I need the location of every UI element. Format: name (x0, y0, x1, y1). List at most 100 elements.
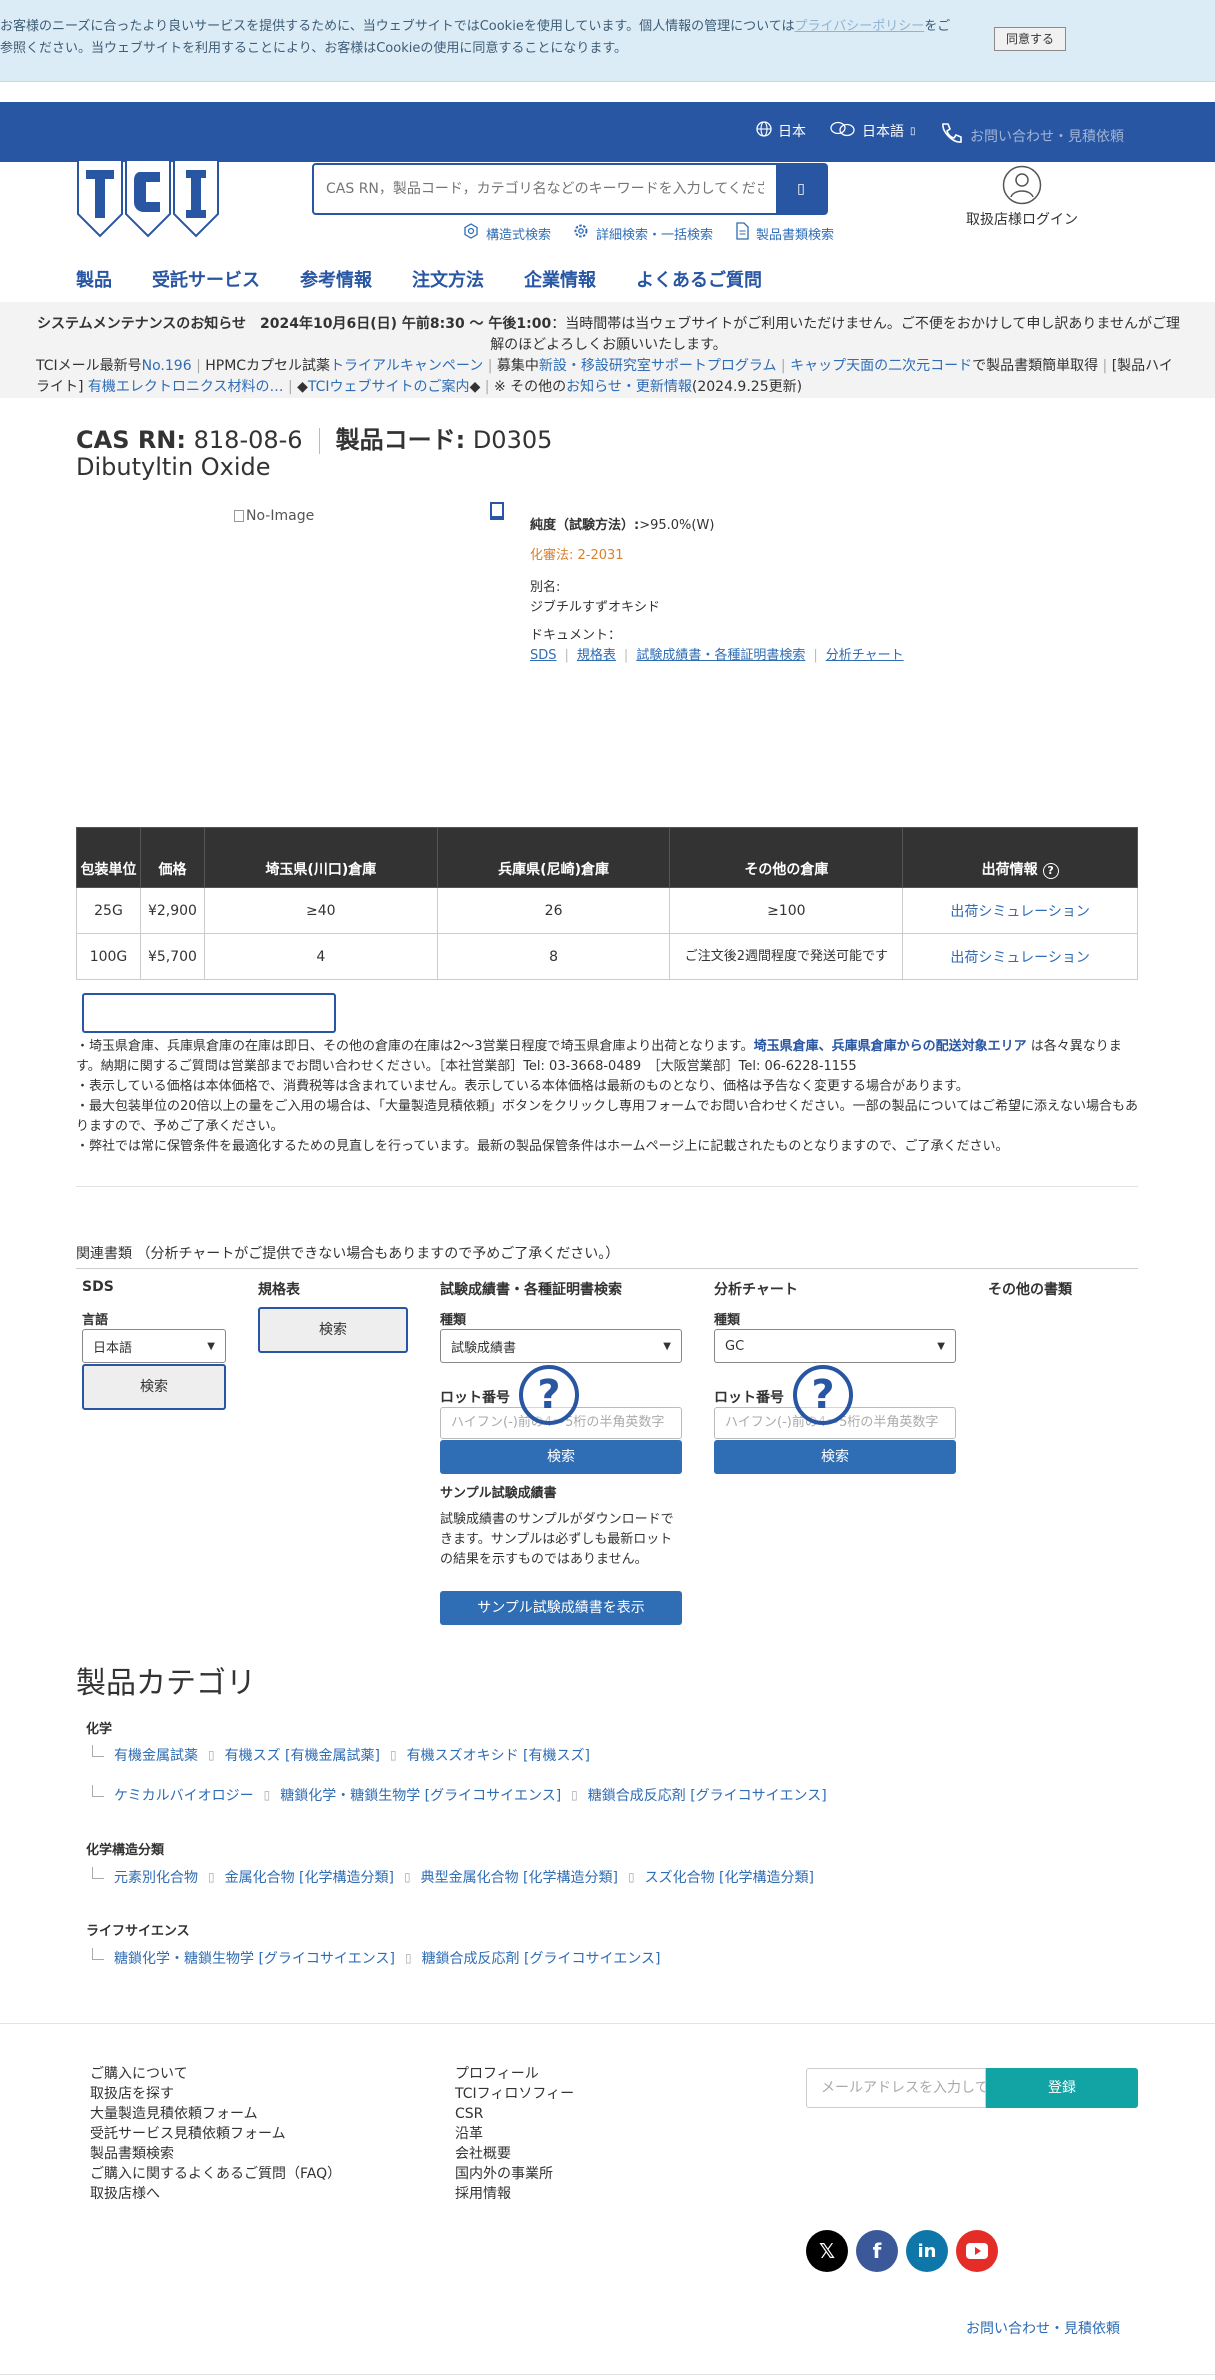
nav-company[interactable]: 企業情報 (524, 266, 596, 292)
newsletter-email-input[interactable]: メールアドレスを入力してください (806, 2068, 986, 2108)
gear-icon (572, 222, 590, 244)
search-input[interactable] (314, 165, 776, 213)
category-group-lifescience: ライフサイエンス (86, 1924, 190, 1939)
document-links: SDS | 規格表 | 試験成績書・各種証明書検索 | 分析チャート (530, 646, 904, 666)
footer-link[interactable]: 国内外の事業所 (455, 2164, 574, 2184)
footer-link[interactable]: 大量製造見積依頼フォーム (90, 2104, 341, 2124)
category-link[interactable]: 糖鎖合成反応剤 [グライコサイエンス] (588, 1785, 827, 1805)
sds-language-select[interactable]: 日本語 ▼ (82, 1329, 226, 1363)
footer-link[interactable]: ご購入について (90, 2064, 341, 2084)
product-title: CAS RN: 818-08-6 製品コード: D0305 (76, 426, 553, 454)
document-icon (734, 222, 750, 244)
category-link[interactable]: 有機スズ [有機金属試薬] (225, 1745, 380, 1765)
category-link[interactable]: ケミカルバイオロジー (114, 1785, 254, 1805)
structure-search-link[interactable]: 構造式検索 (462, 222, 551, 244)
news-line: TCIメール最新号No.196 | HPMCカプセル試薬トライアルキャンペーン … (36, 358, 1173, 395)
coa-search-button[interactable]: 検索 (440, 1440, 682, 1474)
divider (76, 1268, 1138, 1269)
doc-chart-link[interactable]: 分析チャート (826, 646, 904, 666)
footer-link[interactable]: 取扱店様へ (90, 2184, 341, 2204)
facebook-icon[interactable]: f (856, 2230, 898, 2272)
nav-contract-services[interactable]: 受託サービス (152, 266, 260, 292)
category-link[interactable]: 典型金属化合物 [化学構造分類] (421, 1867, 618, 1887)
sample-coa-button[interactable]: サンプル試験成績書を表示 (440, 1591, 682, 1625)
help-icon[interactable]: ? (1042, 863, 1059, 879)
chart-type-select[interactable]: GC ▼ (714, 1329, 956, 1363)
footer-link[interactable]: 沿革 (455, 2124, 574, 2144)
sds-search-button[interactable]: 検索 (82, 1364, 226, 1410)
x-icon[interactable]: 𝕏 (806, 2230, 848, 2272)
chart-search-button[interactable]: 検索 (714, 1440, 956, 1474)
category-link[interactable]: 金属化合物 [化学構造分類] (225, 1867, 394, 1887)
doc-coa-link[interactable]: 試験成績書・各種証明書検索 (636, 646, 805, 666)
structure-icon (462, 222, 480, 244)
header-shipping: 出荷情報 ? (902, 827, 1138, 888)
spec-search-button[interactable]: 検索 (258, 1307, 408, 1353)
category-link[interactable]: 糖鎖化学・糖鎖生物学 [グライコサイエンス] (280, 1785, 561, 1805)
tci-mail-link[interactable]: No.196 (142, 358, 192, 374)
category-link[interactable]: 元素別化合物 (114, 1867, 198, 1887)
category-link[interactable]: 有機金属試薬 (114, 1745, 198, 1765)
dealer-login[interactable]: 取扱店様ログイン (962, 165, 1082, 229)
quantity-field[interactable] (82, 993, 336, 1033)
privacy-policy-link[interactable]: プライバシーポリシー (794, 19, 924, 34)
header-hyogo: 兵庫県(尼崎)倉庫 (436, 827, 671, 888)
help-icon[interactable]: ? (793, 1365, 853, 1425)
footer-col-purchase: ご購入について 取扱店を探す 大量製造見積依頼フォーム 受託サービス見積依頼フォ… (90, 2064, 341, 2204)
cookie-agree-button[interactable]: 同意する (994, 27, 1066, 51)
trial-campaign-link[interactable]: トライアルキャンペーン (330, 358, 483, 374)
cookie-message: お客様のニーズに合ったより良いサービスを提供するために、当ウェブサイトではCoo… (0, 19, 951, 56)
footer-link[interactable]: TCIフィロソフィー (455, 2084, 574, 2104)
coa-type-select[interactable]: 試験成績書 ▼ (440, 1329, 682, 1363)
contact-link[interactable]: お問い合わせ・見積依頼 (938, 121, 1124, 151)
footer-bottom-divider (0, 2374, 1215, 2375)
catalog-search-link[interactable]: 製品書類検索 (734, 222, 834, 244)
footer-link[interactable]: ご購入に関するよくあるご質問（FAQ） (90, 2164, 341, 2184)
newsletter-register-button[interactable]: 登録 (986, 2068, 1138, 2108)
notice-banner: システムメンテナンスのお知らせ 2024年10月6日(日) 午前8:30 〜 午… (0, 302, 1215, 398)
main-nav: 製品 受託サービス 参考情報 注文方法 企業情報 よくあるご質問 (76, 266, 762, 292)
footer-contact-link[interactable]: お問い合わせ・見積依頼 (966, 2318, 1120, 2338)
nav-faq[interactable]: よくあるご質問 (636, 266, 762, 292)
linkedin-icon[interactable]: in (906, 2230, 948, 2272)
shipping-simulation-link[interactable]: 出荷シミュレーション (902, 887, 1138, 934)
nav-reference[interactable]: 参考情報 (300, 266, 372, 292)
search-button[interactable]: ▯ (776, 165, 826, 213)
bookmark-icon[interactable] (490, 502, 504, 520)
nav-ordering[interactable]: 注文方法 (412, 266, 484, 292)
doc-spec-link[interactable]: 規格表 (577, 646, 616, 666)
shipping-simulation-link[interactable]: 出荷シミュレーション (902, 933, 1138, 980)
news-link[interactable]: お知らせ・更新情報 (566, 379, 692, 395)
footer-link[interactable]: 受託サービス見積依頼フォーム (90, 2124, 341, 2144)
footer-link[interactable]: プロフィール (455, 2064, 574, 2084)
advanced-search-link[interactable]: 詳細検索・一括検索 (572, 222, 713, 244)
highlight-link[interactable]: 有機エレクトロニクス材料の… (88, 379, 284, 395)
category-link[interactable]: 糖鎖合成反応剤 [グライコサイエンス] (422, 1948, 661, 1968)
qr-code-link[interactable]: キャップ天面の二次元コード (790, 358, 972, 374)
tci-logo[interactable] (76, 158, 220, 238)
category-row: 元素別化合物 ▯ 金属化合物 [化学構造分類] ▯ 典型金属化合物 [化学構造分類]… (92, 1867, 814, 1887)
delivery-area-link[interactable]: 埼玉県倉庫、兵庫県倉庫からの配送対象エリア (754, 1039, 1027, 1054)
doc-sds-link[interactable]: SDS (530, 646, 557, 666)
spec-title: 規格表 (258, 1282, 300, 1298)
footer-link[interactable]: 採用情報 (455, 2184, 574, 2204)
footer-link[interactable]: 取扱店を探す (90, 2084, 341, 2104)
globe-icon (756, 121, 772, 141)
youtube-icon[interactable] (956, 2230, 998, 2272)
related-docs-title: 関連書類 （分析チャートがご提供できない場合もありますので予めご了承ください。） (76, 1246, 620, 1262)
footer-link[interactable]: CSR (455, 2104, 574, 2124)
category-title: 製品カテゴリ (76, 1666, 256, 1701)
lab-support-link[interactable]: 新設・移設研究室サポートプログラム (539, 358, 777, 374)
help-icon[interactable]: ? (519, 1365, 579, 1425)
search-bar: ▯ (312, 163, 828, 215)
category-link[interactable]: 有機スズオキシド [有機スズ] (407, 1745, 590, 1765)
footer-link[interactable]: 会社概要 (455, 2144, 574, 2164)
category-link[interactable]: 糖鎖化学・糖鎖生物学 [グライコサイエンス] (114, 1948, 395, 1968)
language-selector[interactable]: 日本語 ▯ (830, 121, 916, 141)
price-table: 包装単位 価格 埼玉県(川口)倉庫 兵庫県(尼崎)倉庫 その他の倉庫 出荷情報 … (76, 827, 1138, 980)
category-link[interactable]: スズ化合物 [化学構造分類] (645, 1867, 814, 1887)
country-selector[interactable]: 日本 (756, 121, 806, 141)
nav-products[interactable]: 製品 (76, 266, 112, 292)
footer-link[interactable]: 製品書類検索 (90, 2144, 341, 2164)
website-guide-link[interactable]: TCIウェブサイトのご案内 (308, 379, 470, 395)
